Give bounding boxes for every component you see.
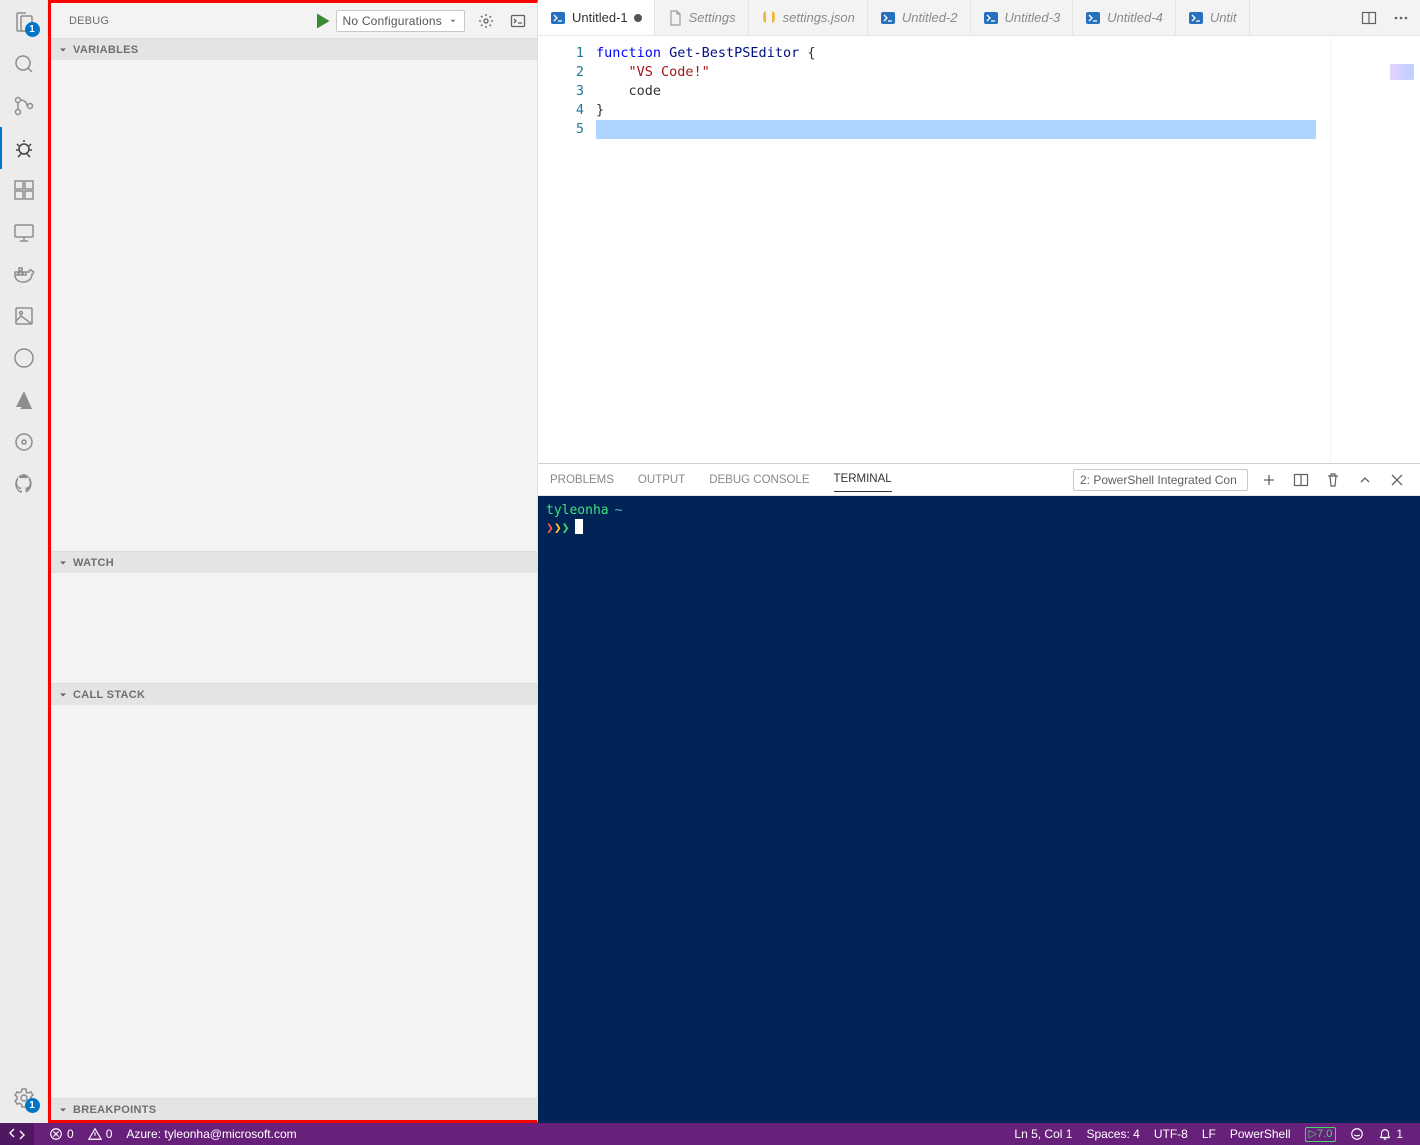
tab-label: Untitled-1	[572, 10, 628, 25]
remote-indicator[interactable]	[0, 1123, 34, 1145]
debug-console-icon[interactable]	[507, 10, 529, 32]
status-spaces[interactable]: Spaces: 4	[1079, 1127, 1146, 1141]
terminal[interactable]: tyleonha ~ ❯❯❯	[538, 496, 1420, 1123]
editor-tab-bar: Untitled-1 Settings settings.json Untitled-…	[538, 0, 1420, 36]
status-azure[interactable]: Azure: tyleonha@microsoft.com	[119, 1123, 303, 1145]
panel-tab-output[interactable]: OUTPUT	[638, 468, 685, 492]
status-eol[interactable]: LF	[1195, 1127, 1223, 1141]
status-bar: 0 0 Azure: tyleonha@microsoft.com Ln 5, …	[0, 1123, 1420, 1145]
activity-scm[interactable]	[0, 85, 48, 127]
panel-tab-debug-console[interactable]: DEBUG CONSOLE	[709, 468, 809, 492]
dirty-indicator	[634, 14, 642, 22]
tab-label: settings.json	[783, 10, 855, 25]
split-terminal-icon[interactable]	[1290, 469, 1312, 491]
terminal-selector[interactable]: 2: PowerShell Integrated Con	[1073, 469, 1248, 491]
kill-terminal-icon[interactable]	[1322, 469, 1344, 491]
panel-tab-problems[interactable]: PROBLEMS	[550, 468, 614, 492]
activity-github[interactable]	[0, 463, 48, 505]
start-debug-button[interactable]	[312, 11, 332, 31]
new-terminal-icon[interactable]	[1258, 469, 1280, 491]
editor-area: Untitled-1 Settings settings.json Untitled-…	[538, 0, 1420, 1123]
activity-explorer[interactable]: 1	[0, 1, 48, 43]
split-editor-icon[interactable]	[1358, 7, 1380, 29]
editor-tab[interactable]: Untit	[1176, 0, 1250, 35]
status-warnings[interactable]: 0	[81, 1123, 120, 1145]
editor-tab[interactable]: settings.json	[749, 0, 868, 35]
line-gutter: 12345	[538, 36, 596, 463]
tab-label: Untit	[1210, 10, 1237, 25]
bottom-panel: PROBLEMS OUTPUT DEBUG CONSOLE TERMINAL 2…	[538, 463, 1420, 1123]
editor-tab[interactable]: Untitled-1	[538, 0, 655, 35]
activity-circle-icon[interactable]	[0, 421, 48, 463]
terminal-cwd: ~	[615, 503, 623, 518]
debug-header: DEBUG No Configurations	[51, 3, 537, 38]
terminal-cursor	[575, 519, 583, 534]
status-ps-version[interactable]: ▷ 7.0	[1298, 1127, 1344, 1142]
chevron-down-icon	[55, 42, 71, 58]
debug-settings-icon[interactable]	[475, 10, 497, 32]
section-watch-header[interactable]: WATCH	[51, 551, 537, 573]
section-callstack: CALL STACK	[51, 683, 537, 1098]
editor-tab[interactable]: Untitled-4	[1073, 0, 1176, 35]
tab-label: Untitled-3	[1005, 10, 1061, 25]
activity-settings[interactable]: 1	[0, 1077, 48, 1119]
editor-tab[interactable]: Untitled-2	[868, 0, 971, 35]
activity-docker[interactable]	[0, 253, 48, 295]
status-encoding[interactable]: UTF-8	[1147, 1127, 1195, 1141]
activity-remote[interactable]	[0, 211, 48, 253]
debug-title: DEBUG	[69, 15, 312, 27]
section-variables: VARIABLES	[51, 38, 537, 551]
section-callstack-header[interactable]: CALL STACK	[51, 683, 537, 705]
status-language[interactable]: PowerShell	[1223, 1127, 1298, 1141]
status-notifications[interactable]: 1	[1371, 1127, 1410, 1141]
settings-badge: 1	[25, 1098, 40, 1113]
panel-tab-terminal[interactable]: TERMINAL	[834, 467, 892, 492]
section-watch: WATCH	[51, 551, 537, 683]
debug-sidepanel: DEBUG No Configurations VARIABLES	[48, 0, 538, 1123]
tab-label: Settings	[689, 10, 736, 25]
code-editor[interactable]: 12345 function Get-BestPSEditor { "VS Co…	[538, 36, 1420, 463]
chevron-down-icon	[55, 687, 71, 703]
activity-bookmark-icon[interactable]	[0, 337, 48, 379]
section-breakpoints: BREAKPOINTS	[51, 1098, 537, 1120]
chevron-down-icon	[55, 1102, 71, 1118]
tab-label: Untitled-4	[1107, 10, 1163, 25]
section-breakpoints-header[interactable]: BREAKPOINTS	[51, 1098, 537, 1120]
terminal-prompt: ❯❯❯	[546, 521, 569, 536]
activity-bar: 1	[0, 0, 48, 1123]
explorer-badge: 1	[25, 22, 40, 37]
editor-tab[interactable]: Settings	[655, 0, 749, 35]
activity-search[interactable]	[0, 43, 48, 85]
debug-config-select[interactable]: No Configurations	[336, 10, 465, 32]
more-actions-icon[interactable]	[1390, 7, 1412, 29]
activity-debug[interactable]	[0, 127, 48, 169]
maximize-panel-icon[interactable]	[1354, 469, 1376, 491]
activity-azure[interactable]	[0, 379, 48, 421]
activity-extensions[interactable]	[0, 169, 48, 211]
close-panel-icon[interactable]	[1386, 469, 1408, 491]
panel-tabbar: PROBLEMS OUTPUT DEBUG CONSOLE TERMINAL 2…	[538, 464, 1420, 496]
activity-image-icon[interactable]	[0, 295, 48, 337]
chevron-down-icon	[55, 555, 71, 571]
status-cursor[interactable]: Ln 5, Col 1	[1007, 1127, 1079, 1141]
section-variables-header[interactable]: VARIABLES	[51, 38, 537, 60]
tab-label: Untitled-2	[902, 10, 958, 25]
code-content[interactable]: function Get-BestPSEditor { "VS Code!" c…	[596, 36, 1420, 463]
terminal-user: tyleonha	[546, 503, 609, 518]
status-feedback-icon[interactable]	[1343, 1127, 1371, 1141]
editor-tab[interactable]: Untitled-3	[971, 0, 1074, 35]
status-errors[interactable]: 0	[42, 1123, 81, 1145]
